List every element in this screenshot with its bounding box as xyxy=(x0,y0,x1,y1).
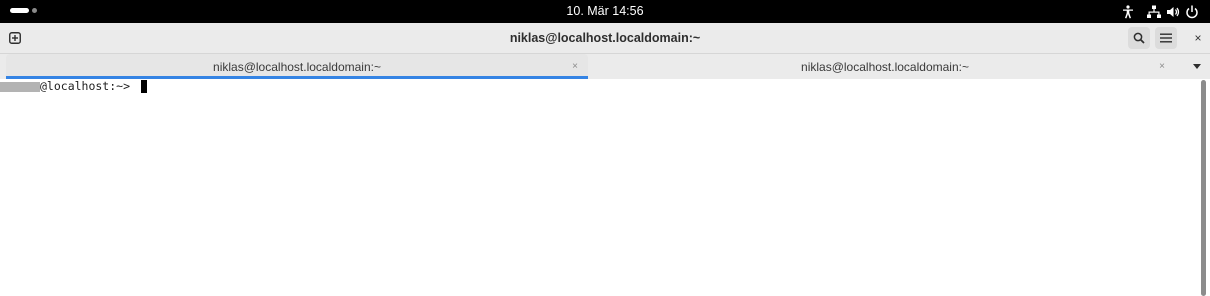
tab-2[interactable]: niklas@localhost.localdomain:~ × xyxy=(591,54,1179,79)
search-icon xyxy=(1133,32,1145,44)
window-title: niklas@localhost.localdomain:~ xyxy=(509,31,701,45)
header-bar: niklas@localhost.localdomain:~ × xyxy=(0,23,1210,54)
text-cursor xyxy=(140,80,147,93)
new-tab-icon xyxy=(9,32,21,44)
tab-overflow-button[interactable] xyxy=(1189,58,1205,74)
chevron-down-icon xyxy=(1193,63,1201,69)
clock[interactable]: 10. Mär 14:56 xyxy=(566,4,643,18)
main-menu-button[interactable] xyxy=(1155,27,1177,49)
scrollbar[interactable] xyxy=(1201,80,1206,296)
terminal-view[interactable]: @localhost:~> xyxy=(0,79,1210,296)
prompt-text: @localhost:~> xyxy=(40,79,137,93)
search-button[interactable] xyxy=(1128,27,1150,49)
power-icon xyxy=(1184,4,1200,20)
workspace-indicator-inactive xyxy=(32,8,37,13)
clock-area: 10. Mär 14:56 xyxy=(0,0,1210,23)
system-tray[interactable] xyxy=(1120,3,1200,20)
new-tab-button[interactable] xyxy=(5,28,25,48)
workspace-indicator-active xyxy=(10,8,29,13)
tab-label: niklas@localhost.localdomain:~ xyxy=(801,59,969,74)
close-icon: × xyxy=(1194,31,1202,45)
tab-close-icon[interactable]: × xyxy=(568,59,582,73)
close-window-button[interactable]: × xyxy=(1187,27,1209,49)
tab-close-icon[interactable]: × xyxy=(1155,59,1169,73)
redacted-username xyxy=(0,81,40,92)
status-menu[interactable] xyxy=(1146,4,1200,20)
network-icon xyxy=(1146,4,1162,20)
hamburger-menu-icon xyxy=(1160,33,1172,43)
tab-label: niklas@localhost.localdomain:~ xyxy=(213,59,381,74)
activities-button[interactable] xyxy=(10,8,37,13)
prompt-line: @localhost:~> xyxy=(0,79,147,94)
top-bar: 10. Mär 14:56 xyxy=(0,0,1210,23)
accessibility-icon[interactable] xyxy=(1120,4,1136,20)
volume-icon xyxy=(1165,4,1181,20)
